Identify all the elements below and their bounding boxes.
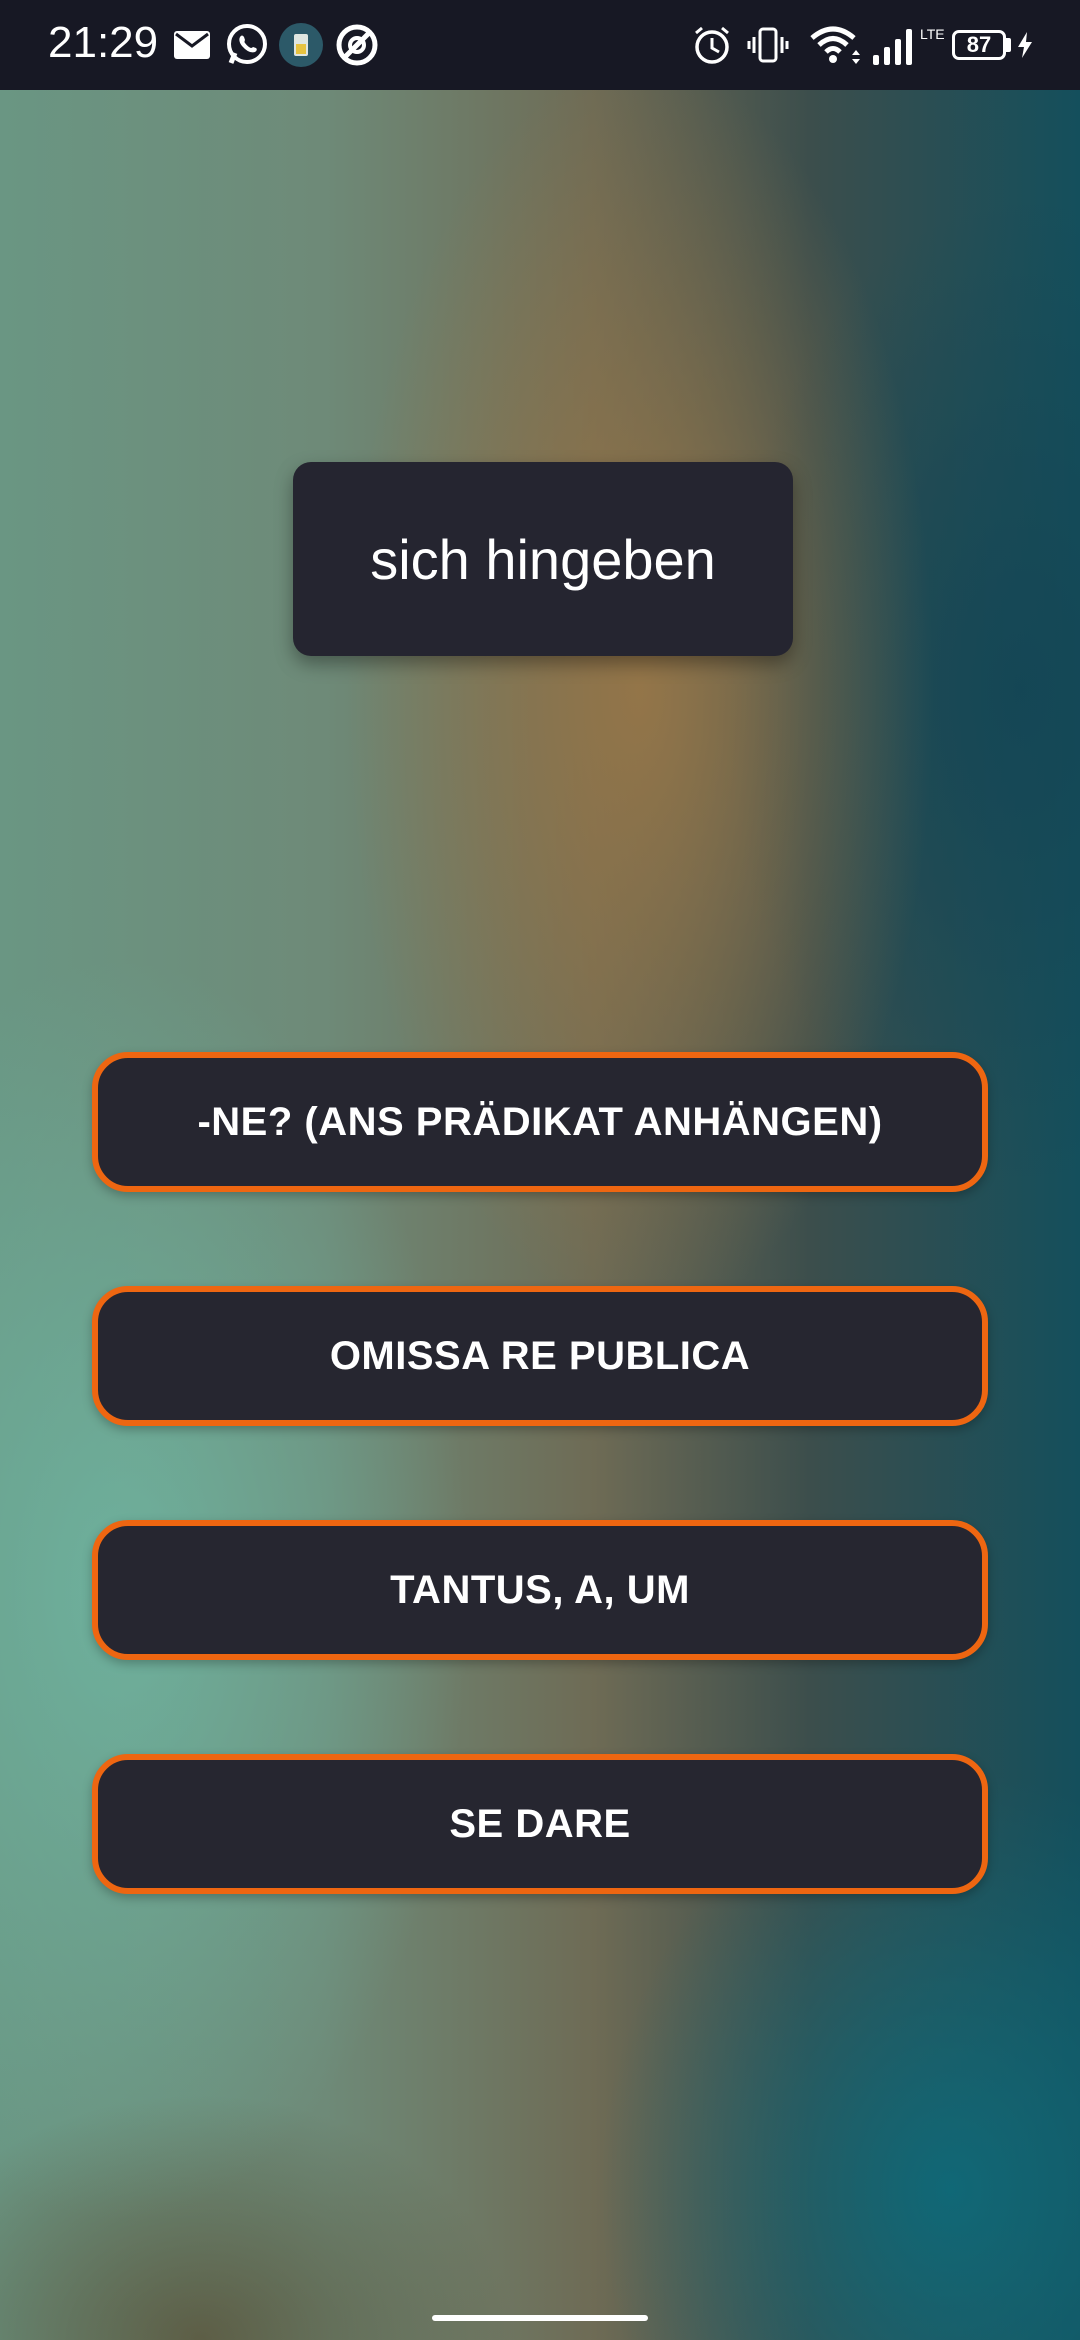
home-indicator[interactable] bbox=[432, 2315, 648, 2321]
prompt-text: sich hingeben bbox=[370, 527, 716, 591]
answer-button-4[interactable]: SE DARE bbox=[92, 1754, 988, 1894]
signal-icon bbox=[870, 22, 920, 68]
battery-level: 87 bbox=[966, 32, 992, 57]
sync-icon bbox=[334, 22, 380, 68]
whatsapp-icon bbox=[224, 22, 270, 68]
charging-icon bbox=[1016, 22, 1034, 68]
app-icon bbox=[278, 22, 324, 68]
status-time: 21:29 bbox=[48, 18, 159, 67]
battery-cap bbox=[1006, 38, 1011, 52]
answer-label: SE DARE bbox=[449, 1801, 631, 1846]
answer-button-2[interactable]: OMISSA RE PUBLICA bbox=[92, 1286, 988, 1426]
answer-label: -NE? (ANS PRÄDIKAT ANHÄNGEN) bbox=[197, 1099, 883, 1144]
battery-icon: 87 bbox=[952, 30, 1006, 60]
vibrate-icon bbox=[746, 22, 790, 68]
answer-label: OMISSA RE PUBLICA bbox=[329, 1333, 751, 1378]
background-gradient bbox=[0, 90, 1080, 2340]
answer-button-3[interactable]: TANTUS, A, UM bbox=[92, 1520, 988, 1660]
network-type: LTE bbox=[920, 26, 945, 42]
mail-icon bbox=[172, 22, 212, 68]
answer-label: TANTUS, A, UM bbox=[390, 1567, 690, 1612]
wifi-icon bbox=[808, 22, 864, 68]
answer-button-1[interactable]: -NE? (ANS PRÄDIKAT ANHÄNGEN) bbox=[92, 1052, 988, 1192]
alarm-icon bbox=[692, 22, 732, 68]
prompt-card: sich hingeben bbox=[293, 462, 793, 656]
status-bar: 21:29 LTE 87 bbox=[0, 0, 1080, 90]
